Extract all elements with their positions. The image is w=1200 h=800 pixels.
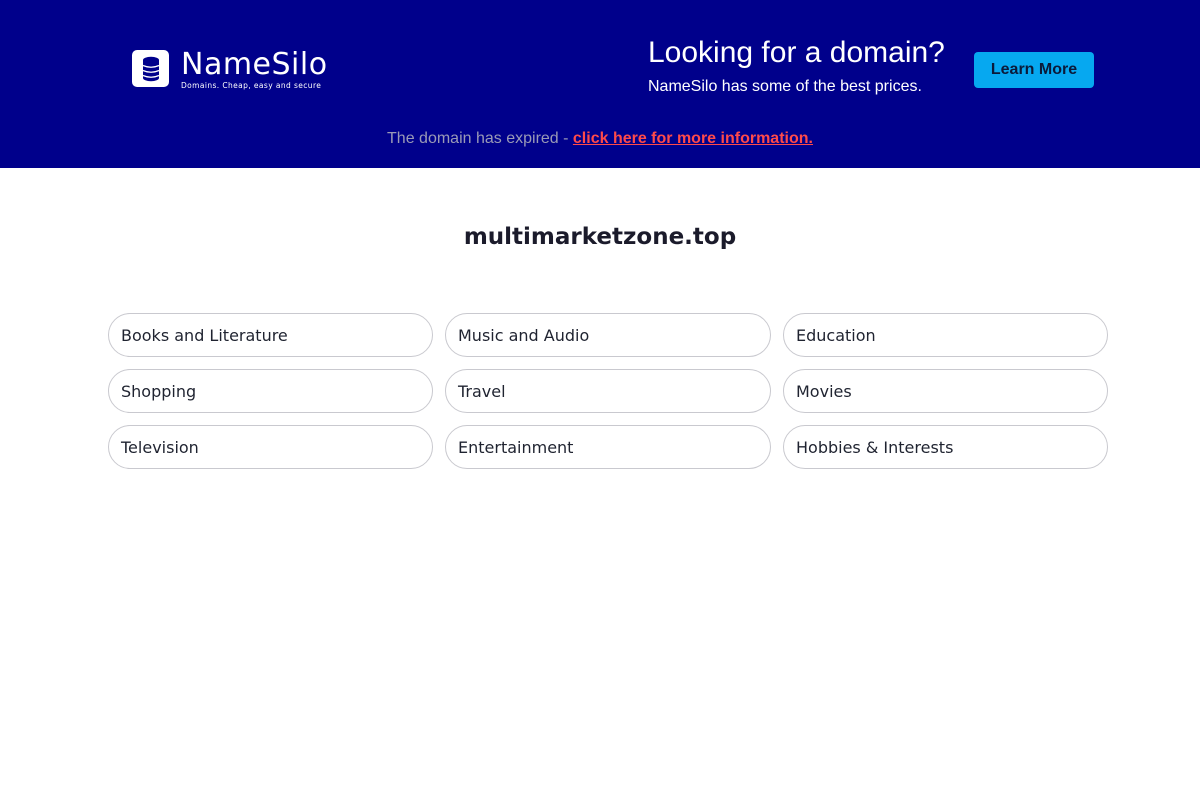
expired-notice: The domain has expired - click here for … bbox=[0, 129, 1200, 149]
promo-title: Looking for a domain? bbox=[648, 36, 945, 69]
header-banner: NameSilo Domains. Cheap, easy and secure… bbox=[0, 0, 1200, 168]
category-link[interactable]: Television bbox=[108, 425, 433, 469]
expired-text: The domain has expired - bbox=[387, 130, 573, 147]
more-information-link[interactable]: click here for more information. bbox=[573, 130, 813, 147]
category-link[interactable]: Movies bbox=[783, 369, 1108, 413]
category-link[interactable]: Music and Audio bbox=[445, 313, 771, 357]
promo-subtitle: NameSilo has some of the best prices. bbox=[648, 78, 922, 95]
category-link[interactable]: Education bbox=[783, 313, 1108, 357]
logo-text: NameSilo Domains. Cheap, easy and secure bbox=[181, 47, 328, 91]
database-stack-icon bbox=[132, 50, 169, 87]
learn-more-button[interactable]: Learn More bbox=[974, 52, 1094, 88]
logo-name: NameSilo bbox=[181, 47, 328, 82]
domain-name-heading: multimarketzone.top bbox=[463, 224, 737, 250]
logo-tagline: Domains. Cheap, easy and secure bbox=[181, 81, 322, 90]
category-link[interactable]: Entertainment bbox=[445, 425, 771, 469]
namesilo-logo[interactable]: NameSilo Domains. Cheap, easy and secure bbox=[132, 50, 328, 90]
category-link[interactable]: Hobbies & Interests bbox=[783, 425, 1108, 469]
category-link[interactable]: Books and Literature bbox=[108, 313, 433, 357]
category-link[interactable]: Shopping bbox=[108, 369, 433, 413]
category-link[interactable]: Travel bbox=[445, 369, 771, 413]
category-grid: Books and Literature Music and Audio Edu… bbox=[108, 313, 1108, 469]
